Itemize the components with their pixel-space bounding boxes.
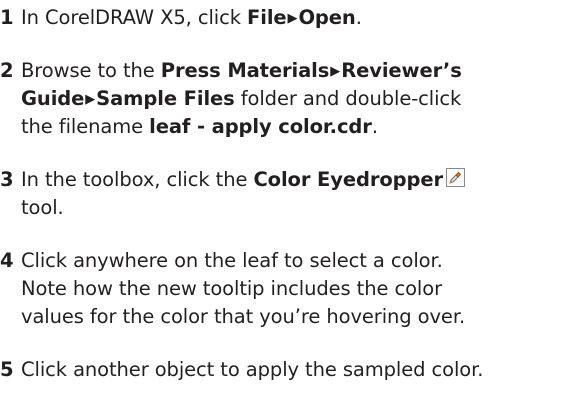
step-number: 4: [0, 249, 14, 272]
bold-term: Reviewer’s: [341, 59, 462, 82]
step-text: Click anywhere on the leaf to select a c…: [21, 247, 465, 331]
step-text: In the toolbox, click the Color Eyedropp…: [21, 166, 466, 222]
text-run: Click another object to apply the sample…: [21, 358, 484, 381]
text-line: Guide▶Sample Files folder and double-cli…: [21, 85, 462, 113]
text-run: In CorelDRAW X5, click: [21, 6, 248, 29]
step-text: In CorelDRAW X5, click File▶Open.: [21, 4, 362, 32]
text-run: tool.: [21, 196, 64, 219]
bold-term: Color Eyedropper: [253, 168, 444, 191]
text-line: Browse to the Press Materials▶Reviewer’s: [21, 57, 462, 85]
text-run: Browse to the: [21, 59, 161, 82]
eyedropper-icon: [446, 168, 466, 187]
bold-term: File: [247, 6, 287, 29]
bold-term: Press Materials: [160, 59, 330, 82]
text-run: Click anywhere on the leaf to select a c…: [21, 249, 443, 272]
step-number: 3: [0, 168, 14, 191]
text-line: Click another object to apply the sample…: [21, 356, 483, 384]
menu-path-arrow: ▶: [85, 92, 96, 107]
step-number: 5: [0, 358, 14, 381]
menu-path-arrow: ▶: [330, 64, 341, 79]
step-text: Click another object to apply the sample…: [21, 356, 483, 384]
bold-term: Open: [298, 6, 356, 29]
instruction-document: 1 In CorelDRAW X5, click File▶Open. 2 Br…: [0, 0, 586, 400]
text-run: values for the color that you’re hoverin…: [21, 305, 466, 328]
step-number: 2: [0, 59, 14, 82]
bold-term: Sample Files: [96, 87, 235, 110]
text-line: tool.: [21, 194, 465, 222]
menu-path-arrow: ▶: [287, 11, 298, 26]
text-run: folder and double-click: [234, 87, 462, 110]
text-line: the filename leaf - apply color.cdr.: [21, 113, 462, 141]
text-line: Note how the new tooltip includes the co…: [21, 275, 465, 303]
text-line: In the toolbox, click the Color Eyedropp…: [21, 166, 466, 194]
text-line: Click anywhere on the leaf to select a c…: [21, 247, 465, 275]
bold-term: Guide: [21, 87, 85, 110]
text-run: Note how the new tooltip includes the co…: [21, 277, 442, 300]
text-run: .: [371, 115, 378, 138]
text-line: In CorelDRAW X5, click File▶Open.: [21, 4, 362, 32]
text-run: In the toolbox, click the: [21, 168, 254, 191]
text-run: .: [355, 6, 362, 29]
step-number: 1: [0, 6, 14, 29]
text-line: values for the color that you’re hoverin…: [21, 303, 465, 331]
bold-term: leaf - apply color.cdr: [149, 115, 372, 138]
text-run: the filename: [21, 115, 150, 138]
step-text: Browse to the Press Materials▶Reviewer’s…: [21, 57, 462, 141]
